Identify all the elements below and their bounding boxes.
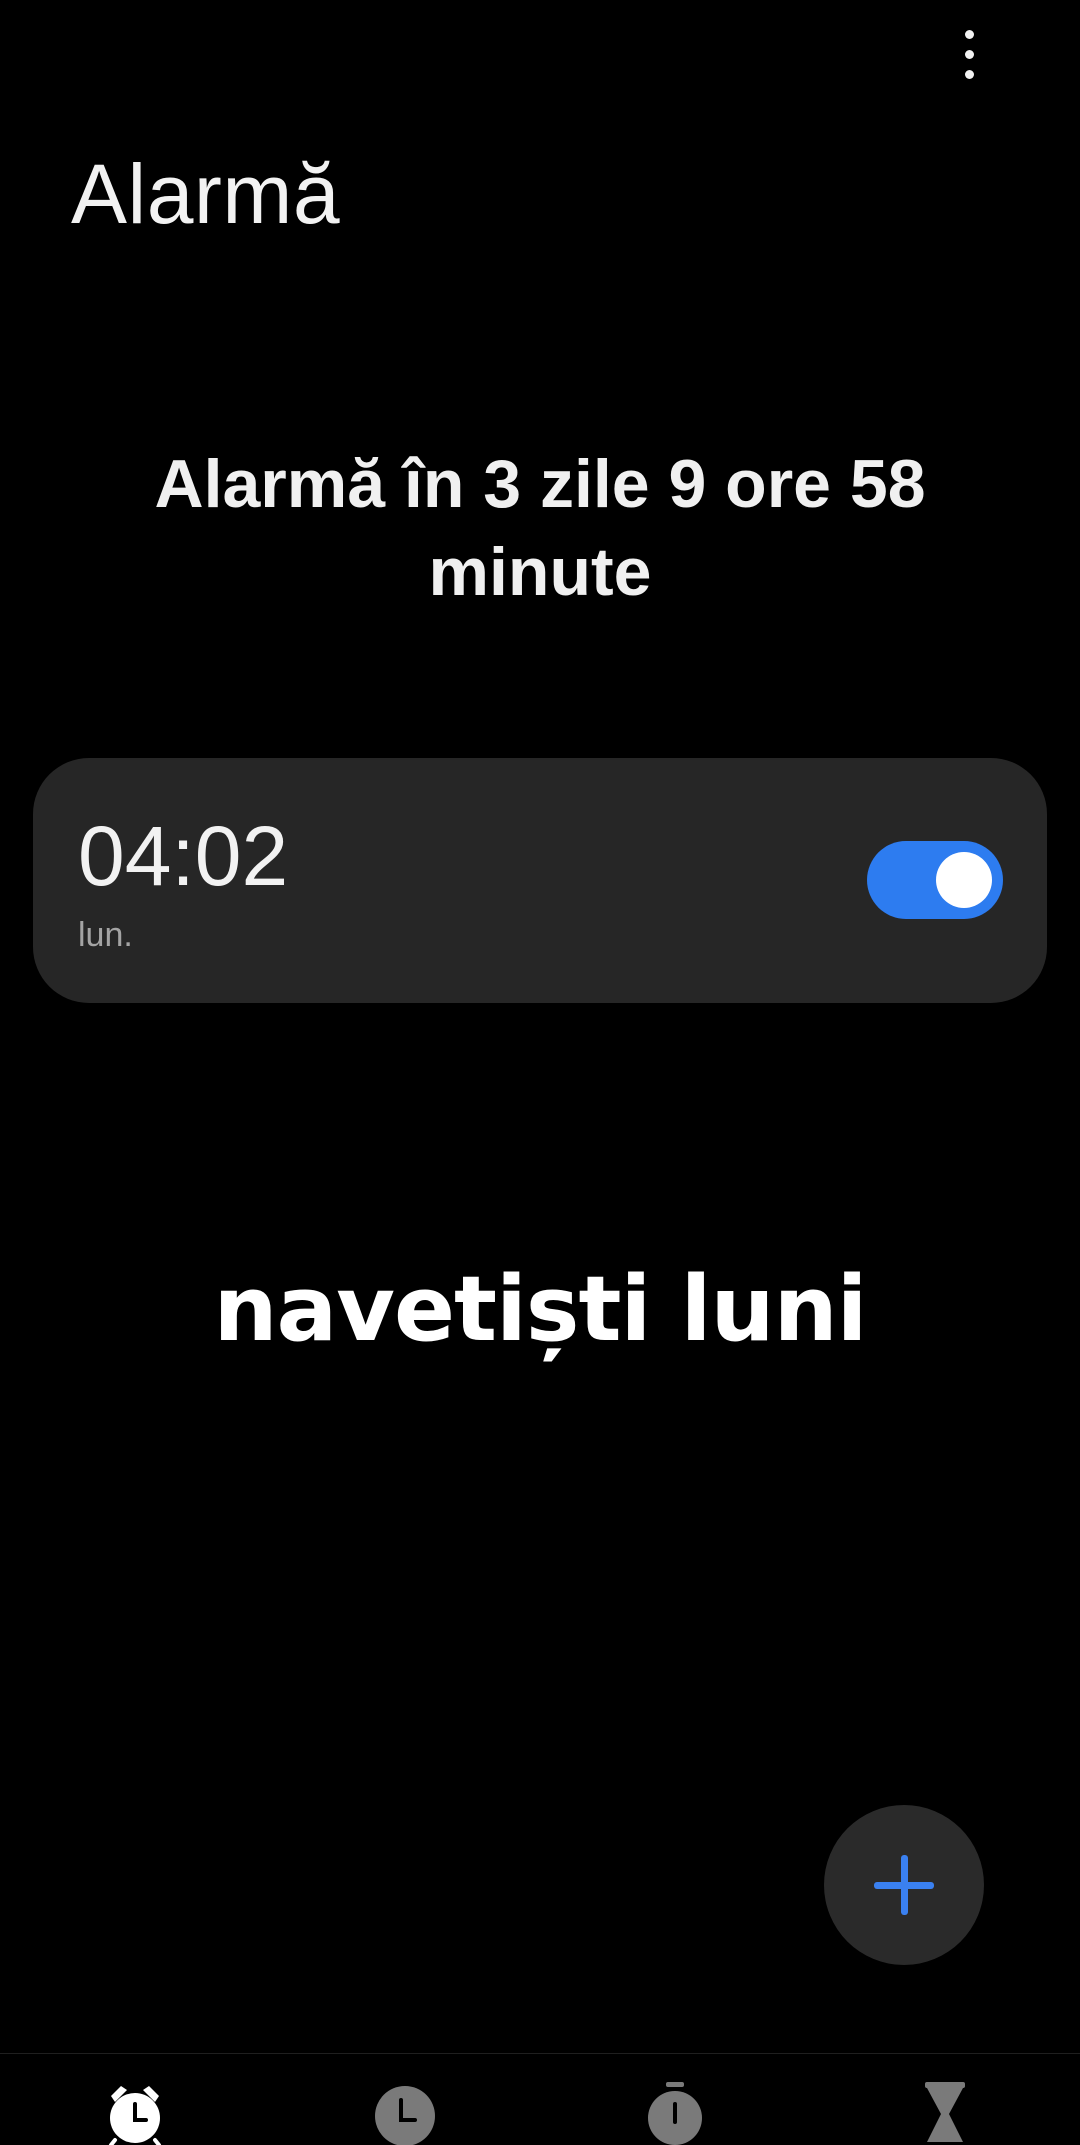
more-vertical-icon <box>964 49 974 59</box>
stopwatch-icon <box>648 2082 702 2145</box>
alarm-time: 04:02 <box>78 809 289 903</box>
alarm-item[interactable]: 04:02 lun. <box>33 758 1047 1003</box>
toggle-knob <box>936 852 992 908</box>
more-vertical-icon <box>964 69 974 79</box>
nav-tab-world-clock[interactable] <box>270 2054 540 2145</box>
more-options-button[interactable] <box>939 14 999 94</box>
page-title: Alarmă <box>71 147 341 241</box>
alarm-enable-toggle[interactable] <box>867 841 1003 919</box>
more-vertical-icon <box>964 29 974 39</box>
bottom-navigation <box>0 2053 1080 2145</box>
overlay-caption: navetiști luni <box>213 1257 867 1362</box>
nav-tab-stopwatch[interactable] <box>540 2054 810 2145</box>
nav-tab-timer[interactable] <box>810 2054 1080 2145</box>
alarm-clock-icon <box>109 2086 161 2145</box>
next-alarm-countdown: Alarmă în 3 zile 9 ore 58 minute <box>154 446 926 610</box>
plus-icon <box>901 1855 908 1915</box>
alarm-repeat-days: lun. <box>78 916 133 954</box>
add-alarm-button[interactable] <box>824 1805 984 1965</box>
world-clock-icon <box>375 2086 435 2145</box>
hourglass-icon <box>925 2082 965 2142</box>
nav-tab-alarm[interactable] <box>0 2054 270 2145</box>
